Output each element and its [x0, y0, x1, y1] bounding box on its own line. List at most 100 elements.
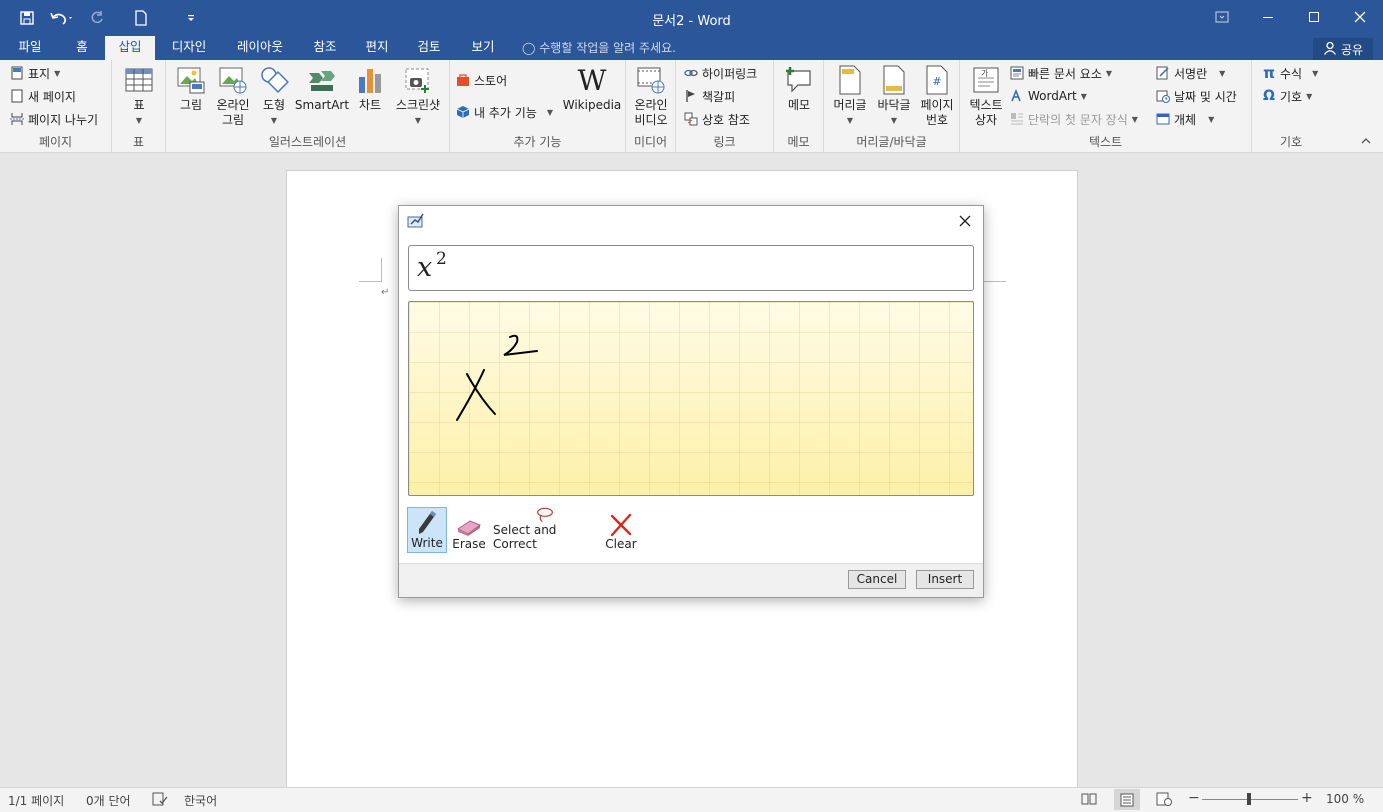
zoom-slider-thumb[interactable] — [1247, 793, 1251, 805]
shapes-icon — [259, 64, 289, 96]
online-video-icon — [636, 64, 666, 96]
group-media-label: 미디어 — [633, 135, 668, 149]
signature-line-button[interactable]: 서명란 ▼ — [1156, 63, 1225, 83]
tab-design[interactable]: 디자인 — [162, 36, 216, 60]
bookmark-button[interactable]: 책갈피 — [684, 86, 735, 106]
comment-button[interactable]: 메모 — [780, 64, 818, 113]
lasso-icon — [537, 507, 553, 523]
cancel-button[interactable]: Cancel — [848, 570, 906, 589]
symbol-button[interactable]: Ω 기호 ▼ — [1262, 86, 1312, 106]
smartart-button[interactable]: SmartArt — [294, 64, 350, 113]
signature-line-label: 서명란 — [1174, 66, 1208, 81]
print-layout-icon[interactable] — [1114, 789, 1140, 810]
margin-corner-left — [359, 258, 382, 282]
footer-button[interactable]: 바닥글 ▼ — [872, 64, 916, 128]
tab-references[interactable]: 참조 — [304, 36, 346, 60]
pi-icon: π — [1263, 64, 1275, 82]
ribbon-display-options-icon[interactable] — [1199, 0, 1245, 34]
share-button[interactable]: 공유 — [1313, 38, 1373, 60]
screenshot-button[interactable]: 스크린샷 ▼ — [390, 64, 446, 128]
tab-review[interactable]: 검토 — [408, 36, 450, 60]
online-pictures-label-1: 온라인 — [216, 98, 250, 112]
tab-home[interactable]: 홈 — [62, 36, 102, 60]
math-preview-box: x 2 — [408, 245, 974, 291]
window-controls — [1199, 0, 1383, 34]
store-button[interactable]: 스토어 — [456, 70, 507, 90]
word-count[interactable]: 0개 단어 — [86, 792, 131, 809]
dialog-close-button[interactable] — [955, 212, 975, 230]
wordart-label: WordArt — [1028, 89, 1077, 103]
header-button[interactable]: 머리글 ▼ — [828, 64, 872, 128]
page-number-button[interactable]: # 페이지 번호 — [916, 64, 958, 128]
group-links-label: 링크 — [713, 135, 736, 149]
smartart-label: SmartArt — [294, 98, 350, 112]
drop-cap-button[interactable]: 단락의 첫 문자 장식 ▼ — [1010, 109, 1138, 129]
quick-parts-label: 빠른 문서 요소 — [1028, 66, 1102, 81]
close-window-icon[interactable] — [1337, 0, 1383, 34]
table-label: 표 — [133, 98, 145, 112]
tell-me-box[interactable]: ◯ 수행할 작업을 알려 주세요. — [522, 39, 676, 56]
quick-parts-icon — [1010, 66, 1024, 80]
group-links: 하이퍼링크 책갈피 상호 참조 링크 — [676, 60, 774, 153]
table-button[interactable]: 표 ▼ — [122, 64, 156, 128]
my-addins-label: 내 추가 기능 — [474, 105, 537, 120]
bookmark-icon — [684, 89, 698, 103]
tab-view[interactable]: 보기 — [462, 36, 504, 60]
collapse-ribbon-icon[interactable] — [1361, 134, 1371, 148]
page-number-label-2: 번호 — [925, 113, 949, 127]
footer-icon — [879, 64, 909, 96]
page-count[interactable]: 1/1 페이지 — [8, 792, 64, 809]
pictures-button[interactable]: 그림 — [174, 64, 208, 113]
ribbon-tabs: 파일 홈 삽입 디자인 레이아웃 참조 편지 검토 보기 ◯ 수행할 작업을 알… — [0, 36, 1383, 60]
my-addins-button[interactable]: 내 추가 기능 ▼ — [456, 102, 553, 122]
blank-page-button[interactable]: 새 페이지 — [10, 86, 76, 106]
wordart-button[interactable]: WordArt ▼ — [1010, 86, 1087, 106]
shapes-button[interactable]: 도형 ▼ — [256, 64, 292, 128]
quick-parts-button[interactable]: 빠른 문서 요소 ▼ — [1010, 63, 1112, 83]
chart-icon — [355, 64, 385, 96]
tab-file[interactable]: 파일 — [6, 36, 54, 60]
date-time-button[interactable]: 날짜 및 시간 — [1156, 86, 1237, 106]
tab-layout[interactable]: 레이아웃 — [226, 36, 294, 60]
tab-mailings[interactable]: 편지 — [356, 36, 398, 60]
person-icon — [1323, 41, 1337, 58]
object-label: 개체 — [1174, 112, 1197, 127]
language[interactable]: 한국어 — [184, 792, 217, 809]
tab-insert[interactable]: 삽입 — [105, 36, 155, 60]
zoom-level[interactable]: 100 % — [1326, 792, 1364, 806]
zoom-out-button[interactable]: − — [1188, 790, 1200, 806]
page-break-button[interactable]: 페이지 나누기 — [10, 109, 98, 129]
chart-button[interactable]: 차트 — [352, 64, 388, 113]
insert-button[interactable]: Insert — [916, 570, 974, 589]
proofing-icon[interactable] — [152, 792, 168, 809]
erase-tool-button[interactable]: Erase — [451, 507, 487, 553]
object-button[interactable]: 개체 ▼ — [1156, 109, 1214, 129]
pen-icon — [419, 511, 436, 534]
online-video-button[interactable]: 온라인 비디오 — [630, 64, 672, 128]
wikipedia-button[interactable]: W Wikipedia — [562, 64, 622, 113]
signature-line-icon — [1156, 66, 1170, 80]
header-icon — [835, 64, 865, 96]
web-layout-icon[interactable] — [1156, 792, 1172, 809]
writing-pad[interactable] — [408, 301, 974, 496]
page-break-icon — [10, 112, 24, 126]
text-box-icon: 가 — [971, 64, 1001, 96]
equation-button[interactable]: π 수식 ▼ — [1262, 63, 1318, 83]
hyperlink-button[interactable]: 하이퍼링크 — [684, 63, 757, 83]
text-box-button[interactable]: 가 텍스트 상자 — [964, 64, 1008, 128]
group-text: 가 텍스트 상자 빠른 문서 요소 ▼ WordArt ▼ 단락의 첫 문자 장식 ▼… — [960, 60, 1252, 153]
zoom-in-button[interactable]: + — [1301, 790, 1313, 806]
write-tool-button[interactable]: Write — [407, 507, 447, 553]
cover-page-button[interactable]: 표지 ▼ — [10, 63, 60, 83]
clear-tool-button[interactable]: Clear — [603, 507, 639, 553]
cross-reference-button[interactable]: 상호 참조 — [684, 109, 750, 129]
share-label: 공유 — [1340, 42, 1364, 57]
online-pictures-button[interactable]: 온라인 그림 — [212, 64, 254, 128]
online-video-label-2: 비디오 — [634, 113, 668, 127]
read-mode-icon[interactable] — [1081, 792, 1097, 809]
select-correct-tool-button[interactable]: Select and Correct — [493, 507, 597, 553]
date-time-label: 날짜 및 시간 — [1174, 89, 1237, 104]
group-addins: 스토어 내 추가 기능 ▼ W Wikipedia 추가 기능 — [450, 60, 626, 153]
maximize-icon[interactable] — [1291, 0, 1337, 34]
minimize-icon[interactable] — [1245, 0, 1291, 34]
